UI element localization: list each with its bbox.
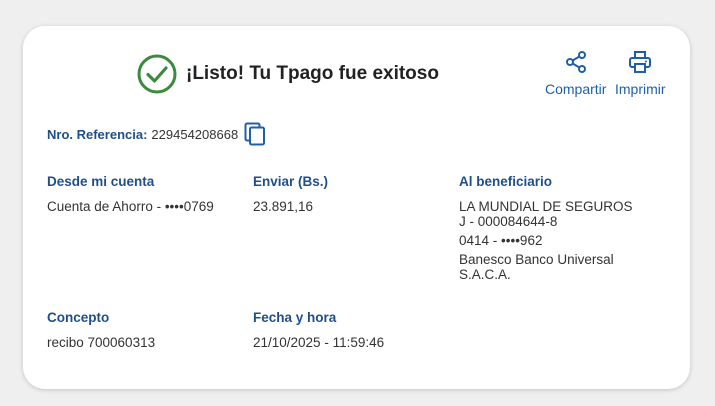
reference-value: 229454208668 — [151, 126, 239, 142]
amount-label: Enviar (Bs.) — [253, 174, 329, 189]
from-account-label: Desde mi cuenta — [47, 174, 155, 189]
page-title: ¡Listo! Tu Tpago fue exitoso — [186, 63, 439, 84]
beneficiary-name: LA MUNDIAL DE SEGUROS — [459, 199, 633, 214]
print-label: Imprimir — [615, 81, 666, 97]
concept-field: Concepto recibo 700060313 — [47, 310, 155, 350]
printer-icon — [629, 51, 652, 73]
share-label: Compartir — [545, 81, 607, 97]
reference-row: Nro. Referencia: 229454208668 — [47, 122, 266, 146]
datetime-value: 21/10/2025 - 11:59:46 — [253, 335, 385, 350]
concept-label: Concepto — [47, 310, 110, 325]
from-account-value: Cuenta de Ahorro - ••••0769 — [47, 199, 214, 214]
beneficiary-field: Al beneficiario LA MUNDIAL DE SEGUROS J … — [459, 174, 659, 282]
receipt-card: ¡Listo! Tu Tpago fue exitoso Compartir I… — [23, 26, 690, 389]
concept-value: recibo 700060313 — [47, 335, 156, 350]
reference-label: Nro. Referencia: — [47, 126, 148, 142]
datetime-label: Fecha y hora — [253, 310, 337, 325]
datetime-field: Fecha y hora 21/10/2025 - 11:59:46 — [253, 310, 384, 350]
from-account-field: Desde mi cuenta Cuenta de Ahorro - ••••0… — [47, 174, 214, 214]
beneficiary-id: J - 000084644-8 — [459, 214, 558, 229]
beneficiary-bank-line2: S.A.C.A. — [459, 267, 511, 282]
amount-field: Enviar (Bs.) 23.891,16 — [253, 174, 328, 214]
amount-value: 23.891,16 — [253, 199, 314, 214]
check-circle-icon — [137, 54, 177, 94]
beneficiary-bank-line1: Banesco Banco Universal — [459, 252, 614, 267]
print-button[interactable]: Imprimir — [615, 50, 666, 97]
beneficiary-label: Al beneficiario — [459, 174, 553, 189]
share-icon — [565, 51, 586, 73]
copy-icon[interactable] — [244, 122, 266, 146]
share-button[interactable]: Compartir — [545, 50, 606, 97]
beneficiary-phone: 0414 - ••••962 — [459, 233, 543, 248]
